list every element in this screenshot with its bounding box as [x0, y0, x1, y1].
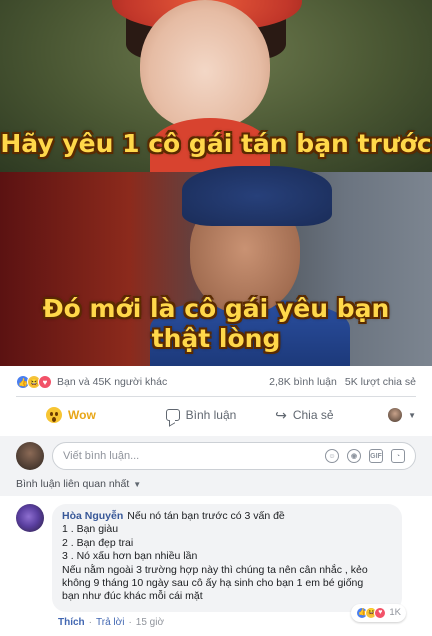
facebook-post: Hãy yêu 1 cô gái tán bạn trước Đó mới là… [0, 0, 432, 636]
gif-icon[interactable]: GIF [369, 449, 383, 463]
comment-line: Nếu nằm ngoài 3 trường hợp này thì chúng… [62, 563, 368, 576]
share-label: Chia sẻ [292, 408, 334, 422]
comment-meta: Thích · Trả lời · 15 giờ [58, 617, 164, 628]
comment-time[interactable]: 15 giờ [136, 617, 164, 628]
separator: · [128, 617, 132, 628]
reactions-text[interactable]: Bạn và 45K người khác [57, 376, 167, 388]
input-icons: ☺ ◉ GIF ◔ [325, 449, 405, 463]
love-icon: ♥ [38, 375, 52, 389]
comment-icon [165, 409, 180, 421]
meme-caption-bottom-line2: thật lòng [151, 324, 281, 353]
comment-line-0: Hòa Nguyễn Nếu nó tán bạn trước có 3 vấn … [62, 510, 392, 523]
comment-author-avatar[interactable] [16, 504, 44, 532]
summary-right: 2,8K bình luận 5K lượt chia sẻ [269, 376, 416, 388]
love-icon: ♥ [374, 607, 387, 620]
composer-row: ☺ ◉ GIF ◔ [16, 442, 416, 470]
meme-caption-top: Hãy yêu 1 cô gái tán bạn trước [0, 129, 432, 158]
comments-count[interactable]: 2,8K bình luận [269, 376, 337, 388]
divider [16, 396, 416, 397]
comment-line: không 9 tháng 10 ngày sau cô ấy hạ sinh … [62, 577, 364, 590]
meme-image[interactable]: Hãy yêu 1 cô gái tán bạn trước Đó mới là… [0, 0, 432, 366]
comment-reaction-count: 1K [389, 607, 401, 619]
sort-label: Bình luận liên quan nhất [16, 478, 130, 490]
sticker-icon[interactable]: ◔ [391, 449, 405, 463]
comment-author[interactable]: Hòa Nguyễn [62, 510, 123, 522]
comment-line: Nếu nó tán bạn trước có 3 vấn đề [127, 510, 285, 522]
comment-line: bạn như đúc khác mỗi cái mặt [62, 590, 203, 603]
comment-sort-dropdown[interactable]: Bình luận liên quan nhất ▼ [16, 478, 141, 490]
comment-input[interactable] [63, 450, 325, 462]
camera-icon[interactable]: ◉ [347, 449, 361, 463]
reaction-summary: 👍 😆 ♥ Bạn và 45K người khác 2,8K bình lu… [0, 370, 432, 394]
wow-button[interactable]: Wow [16, 407, 149, 423]
comment-reactions[interactable]: 👍 😆 ♥ 1K [351, 604, 406, 622]
wow-label: Wow [68, 408, 96, 422]
comment-line: 3 . Nó xấu hơn bạn nhiều lần [62, 550, 198, 563]
chevron-down-icon: ▼ [133, 479, 142, 489]
avatar-icon [388, 408, 403, 422]
girl-face [140, 0, 270, 130]
comment-bubble: Hòa Nguyễn Nếu nó tán bạn trước có 3 vấn … [52, 504, 406, 622]
comment-line: 1 . Bạn giàu [62, 523, 119, 536]
comment-label: Bình luận [185, 408, 237, 422]
wow-icon [46, 407, 62, 423]
action-bar: Wow Bình luận ↪ Chia sẻ ▼ [0, 398, 432, 432]
man-hat [182, 166, 332, 226]
share-button[interactable]: ↪ Chia sẻ [253, 407, 356, 424]
comment-input-box[interactable]: ☺ ◉ GIF ◔ [52, 442, 416, 470]
reaction-icons[interactable]: 👍 😆 ♥ [16, 375, 52, 389]
current-user-avatar[interactable] [16, 442, 44, 470]
comment-line: 2 . Bạn đẹp trai [62, 536, 134, 549]
comment-button[interactable]: Bình luận [149, 408, 252, 422]
separator: · [88, 617, 93, 628]
shares-count[interactable]: 5K lượt chia sẻ [345, 376, 416, 388]
comment-like-link[interactable]: Thích [58, 617, 85, 628]
meme-caption-bottom-line1: Đó mới là cô gái yêu bạn [42, 294, 390, 323]
comment-reply-link[interactable]: Trả lời [96, 617, 124, 628]
share-icon: ↪ [275, 406, 287, 423]
post-as-selector[interactable]: ▼ [356, 408, 416, 422]
emoji-icon[interactable]: ☺ [325, 449, 339, 463]
chevron-down-icon: ▼ [408, 410, 416, 420]
